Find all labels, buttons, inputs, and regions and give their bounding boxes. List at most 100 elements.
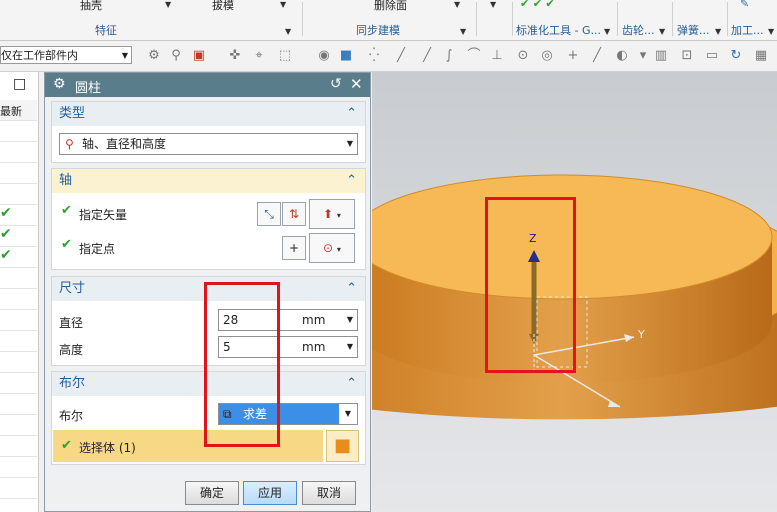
ribbon-dropdown-icon[interactable]: ▼ (165, 0, 171, 10)
column-header[interactable]: 最新 (0, 100, 37, 121)
list-item[interactable] (0, 373, 37, 394)
gear-icon[interactable]: ⚙ (53, 76, 66, 92)
list-item[interactable] (0, 163, 37, 184)
cancel-button[interactable]: 取消 (302, 481, 356, 505)
reset-icon[interactable]: ↺ (330, 76, 342, 92)
face-icon[interactable]: ◐ (613, 47, 631, 65)
intersection-icon[interactable]: + (564, 47, 582, 65)
type-dropdown[interactable]: ⚲ 轴、直径和高度 ▼ (59, 133, 358, 155)
reverse-direction-icon[interactable]: ⇅ (282, 202, 306, 226)
curve-icon[interactable]: ∫ (440, 47, 458, 65)
check-icon: ✔ (0, 226, 12, 242)
highlight-box-inputs (204, 282, 280, 447)
tangent-icon[interactable]: ⌒ (465, 47, 483, 65)
select-box-icon[interactable]: ▣ (190, 47, 208, 65)
chevron-down-icon[interactable]: ▼ (715, 24, 721, 37)
list-item[interactable] (0, 121, 37, 142)
point-dialog-icon[interactable]: + (282, 236, 306, 260)
diameter-unit[interactable]: mm (302, 310, 325, 330)
chevron-down-icon[interactable]: ▼ (604, 24, 610, 37)
line-icon[interactable]: ╱ (392, 47, 410, 65)
snap-icon[interactable]: ⚙ (145, 47, 163, 65)
maximize-icon[interactable]: □ (13, 76, 26, 92)
section-type-title: 类型 (59, 106, 86, 121)
ribbon-item-shell[interactable]: 抽壳 (80, 0, 102, 13)
filter-icon[interactable]: ⚲ (167, 47, 185, 65)
close-icon[interactable]: ✕ (350, 75, 363, 93)
list-item[interactable] (0, 142, 37, 163)
list-item[interactable] (0, 478, 37, 499)
line-icon[interactable]: ╱ (418, 47, 436, 65)
point-icon[interactable]: ⁛ (365, 47, 383, 65)
dropdown-icon[interactable]: ▾ (634, 47, 652, 65)
chevron-up-icon[interactable]: ⌃ (346, 169, 357, 193)
check-icon: ✔ (0, 247, 12, 263)
list-item[interactable] (0, 415, 37, 436)
ribbon-item-draft[interactable]: 拔模 (212, 0, 234, 13)
ribbon-dropdown-icon[interactable]: ▼ (454, 0, 460, 10)
list-item[interactable] (0, 352, 37, 373)
vector-dialog-icon[interactable]: ⤡ (257, 202, 281, 226)
selection-scope-dropdown[interactable]: 仅在工作部件内 ▼ (0, 46, 132, 64)
list-item[interactable] (0, 436, 37, 457)
window-icon[interactable]: ▭ (703, 47, 721, 65)
refresh-icon[interactable]: ↻ (727, 47, 745, 65)
list-item[interactable] (0, 184, 37, 205)
layout-icon[interactable]: ▦ (752, 47, 770, 65)
diameter-label: 直径 (59, 316, 84, 330)
chevron-down-icon[interactable]: ▼ (768, 24, 774, 37)
center-icon[interactable]: ⊙ (514, 47, 532, 65)
chevron-down-icon[interactable]: ▼ (347, 310, 353, 330)
quadrant-icon[interactable]: ◎ (538, 47, 556, 65)
point-type-dropdown[interactable]: ⊙ ▾ (309, 233, 355, 263)
select-body-label: 选择体 (1) (79, 441, 136, 455)
height-unit[interactable]: mm (302, 337, 325, 357)
graphics-viewport[interactable]: Z Y (372, 72, 777, 512)
section-type-header[interactable]: 类型 ⌃ (52, 102, 365, 126)
ribbon-dropdown-icon[interactable]: ▼ (280, 0, 286, 10)
view-fit-icon[interactable]: ⊡ (678, 47, 696, 65)
highlight-box-axis (485, 197, 576, 373)
section-axis-header[interactable]: 轴 ⌃ (52, 169, 365, 193)
column-header-latest: 最新 (0, 105, 22, 118)
perpendicular-icon[interactable]: ⊥ (488, 47, 506, 65)
chevron-down-icon[interactable]: ▼ (347, 337, 353, 357)
chevron-up-icon[interactable]: ⌃ (346, 277, 357, 301)
list-item[interactable]: ✔ (0, 205, 37, 226)
point-snap-icon[interactable]: ✜ (226, 47, 244, 65)
cylinder-type-icon: ⚲ (65, 137, 74, 151)
machining-icon[interactable]: ✎ (740, 0, 749, 10)
check-icon: ✔ (0, 205, 12, 221)
chevron-down-icon[interactable]: ▼ (285, 24, 291, 37)
ok-button[interactable]: 确定 (185, 481, 239, 505)
chevron-down-icon[interactable]: ▼ (659, 24, 665, 37)
solid-icon[interactable]: ■ (337, 47, 355, 65)
grid-icon[interactable]: ▥ (652, 47, 670, 65)
chevron-up-icon[interactable]: ⌃ (346, 102, 357, 126)
list-item[interactable] (0, 457, 37, 478)
standard-tool-icons[interactable]: ✔ ✔ ✔ (520, 0, 555, 10)
ribbon-dropdown-icon[interactable]: ▼ (490, 0, 496, 10)
list-item[interactable] (0, 310, 37, 331)
chevron-down-icon[interactable]: ▼ (460, 24, 466, 37)
list-item[interactable] (0, 331, 37, 352)
ribbon-item-delete-face[interactable]: 删除面 (374, 0, 407, 13)
snap-point-icon[interactable]: ⌖ (250, 47, 268, 65)
chevron-up-icon[interactable]: ⌃ (346, 372, 357, 396)
check-icon: ✔ (61, 237, 72, 252)
vector-type-dropdown[interactable]: ⬆ ▾ (309, 199, 355, 229)
chevron-down-icon: ▼ (339, 404, 357, 424)
group-gear: 齿轮... (622, 24, 655, 37)
rectangle-select-icon[interactable]: ⬚ (276, 47, 294, 65)
apply-button[interactable]: 应用 (243, 481, 297, 505)
part-navigator: □ 最新 ✔ ✔ ✔ (0, 72, 39, 512)
list-item[interactable]: ✔ (0, 247, 37, 268)
view-icon[interactable]: ◉ (315, 47, 333, 65)
list-item[interactable] (0, 268, 37, 289)
list-item[interactable] (0, 394, 37, 415)
line-icon[interactable]: ╱ (588, 47, 606, 65)
select-body-row[interactable]: ✔ 选择体 (1) (53, 430, 323, 462)
list-item[interactable] (0, 289, 37, 310)
solid-body-icon[interactable]: ■ (326, 430, 359, 462)
list-item[interactable]: ✔ (0, 226, 37, 247)
